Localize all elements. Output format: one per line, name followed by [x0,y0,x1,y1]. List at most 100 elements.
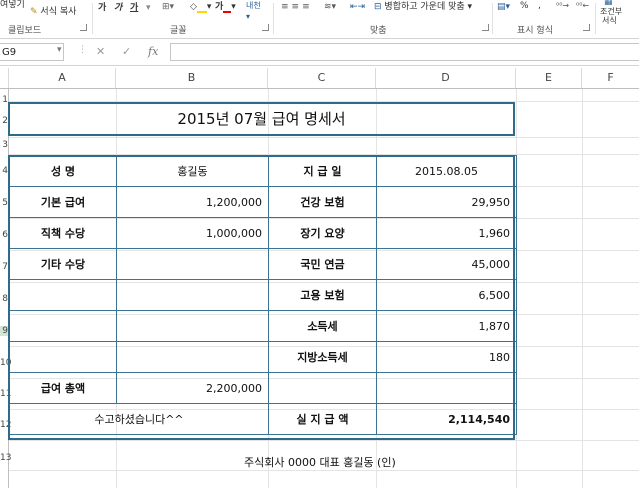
enter-check-icon[interactable]: ✓ [122,45,131,58]
cell-health-value[interactable]: 29,950 [376,186,517,218]
cell-other-value[interactable] [116,248,269,280]
gridline [9,137,639,138]
dropdown-arrow-icon[interactable]: ▾ [146,3,151,14]
column-header-e[interactable]: E [516,68,582,88]
formula-input[interactable] [170,43,639,61]
column-header-d[interactable]: D [376,68,516,88]
row-header-11[interactable]: 11 [0,389,11,399]
row-header-13[interactable]: 13 [0,453,11,463]
align-buttons-icon[interactable]: ≡≡≡ [281,2,313,13]
number-launcher-icon[interactable] [583,24,590,31]
cell-duty-label[interactable]: 직책 수당 [9,217,117,249]
fill-color-icon[interactable]: ◇ ▾ [190,2,211,13]
cell-empty[interactable] [9,279,117,311]
row-header-7[interactable]: 7 [0,262,8,272]
merge-center-button[interactable]: ⊟ 병합하고 가운데 맞춤 ▾ [374,2,472,13]
insert-function-icon[interactable]: fx [148,45,158,58]
border-icon[interactable]: ⊞▾ [162,2,174,13]
font-group-label: 글꼴 [170,26,187,36]
cell-duty-value[interactable]: 1,000,000 [116,217,269,249]
cell-empty[interactable] [268,372,377,404]
table-row: 직책 수당 1,000,000 장기 요양 1,960 [9,217,517,249]
group-divider [595,3,596,34]
cell-empty[interactable] [116,310,269,342]
cell-local-value[interactable]: 180 [376,341,517,373]
cell-income-value[interactable]: 1,870 [376,310,517,342]
cell-other-label[interactable]: 기타 수당 [9,248,117,280]
group-divider [273,3,274,34]
select-all-corner[interactable] [0,68,9,88]
row-header-3[interactable]: 3 [0,140,8,150]
table-row: 지방소득세 180 [9,341,517,373]
alignment-launcher-icon[interactable] [482,24,489,31]
row-header-8[interactable]: 8 [0,294,8,304]
table-row: 수고하셨습니다^^ 실 지 급 액 2,114,540 [9,403,517,435]
row-header-5[interactable]: 5 [0,198,8,208]
cell-paydate-value[interactable]: 2015.08.05 [376,155,517,187]
row-header-4[interactable]: 4 [0,166,8,176]
row-header-6[interactable]: 6 [0,230,8,240]
cell-total-value[interactable]: 2,200,000 [116,372,269,404]
cell-net-label[interactable]: 실 지 급 액 [268,403,377,435]
cell-base-label[interactable]: 기본 급여 [9,186,117,218]
cell-local-label[interactable]: 지방소득세 [268,341,377,373]
cell-paydate-label[interactable]: 지 급 일 [268,155,377,187]
column-header-b[interactable]: B [116,68,268,88]
percent-button[interactable]: % [520,1,529,12]
indent-icon[interactable]: ⇤⇥ [350,2,365,13]
cell-thanks[interactable]: 수고하셨습니다^^ [9,403,269,435]
clipboard-launcher-icon[interactable] [80,24,87,31]
column-header-c[interactable]: C [268,68,376,88]
cell-empty[interactable] [9,341,117,373]
phonetic-icon[interactable]: 내천 ▾ [246,0,261,22]
row-headers: 1 2 3 4 5 6 7 8 9 10 11 12 13 [0,89,11,488]
cell-empty[interactable] [9,310,117,342]
cell-name-value[interactable]: 홍길동 [116,155,269,187]
table-row: 고용 보험 6,500 [9,279,517,311]
font-color-icon[interactable]: 가 ▾ [215,2,236,13]
cancel-icon[interactable]: ✕ [96,45,105,58]
accounting-format-icon[interactable]: ▤▾ [497,2,510,13]
orientation-icon[interactable]: ≋▾ [324,2,336,13]
cell-pension-value[interactable]: 45,000 [376,248,517,280]
sheet-title[interactable]: 2015년 07월 급여 명세서 [8,102,515,136]
company-signature[interactable]: 주식회사 0000 대표 홍길동 (인) [244,454,396,470]
cell-base-value[interactable]: 1,200,000 [116,186,269,218]
cell-ltc-value[interactable]: 1,960 [376,217,517,249]
gridline [582,89,583,488]
comma-button[interactable]: , [538,1,541,12]
name-box-dropdown-icon[interactable]: ▾ [57,45,62,55]
cell-pension-label[interactable]: 국민 연금 [268,248,377,280]
paste-button-fragment[interactable]: 여넣기 [0,0,25,11]
format-painter-button[interactable]: ✎ 서식 복사 [30,7,76,18]
increase-decimal-icon[interactable]: ⁰⁰→ [556,0,569,11]
cell-empty[interactable] [116,341,269,373]
italic-button[interactable]: 가 [114,3,122,14]
row-header-2[interactable]: 2 [0,116,8,126]
row-header-12[interactable]: 12 [0,420,11,430]
cell-employ-label[interactable]: 고용 보험 [268,279,377,311]
table-row: 성 명 홍길동 지 급 일 2015.08.05 [9,155,517,187]
group-divider [92,3,93,34]
column-header-f[interactable]: F [582,68,639,88]
decrease-decimal-icon[interactable]: ⁰⁰← [576,0,589,11]
underline-button[interactable]: 가 [130,3,138,14]
name-box[interactable]: G9 [0,43,64,61]
bold-button[interactable]: 가 [98,3,106,14]
row-header-1[interactable]: 1 [0,95,8,105]
cell-ltc-label[interactable]: 장기 요양 [268,217,377,249]
cell-total-label[interactable]: 급여 총액 [9,372,117,404]
column-header-a[interactable]: A [9,68,116,88]
merge-icon: ⊟ [374,2,382,12]
cell-net-value[interactable]: 2,114,540 [376,403,517,435]
row-header-9[interactable]: 9 [0,326,8,336]
cell-empty[interactable] [376,372,517,404]
cell-health-label[interactable]: 건강 보험 [268,186,377,218]
cell-employ-value[interactable]: 6,500 [376,279,517,311]
cell-income-label[interactable]: 소득세 [268,310,377,342]
row-header-10[interactable]: 10 [0,358,11,368]
table-row: 기타 수당 국민 연금 45,000 [9,248,517,280]
cell-name-label[interactable]: 성 명 [9,155,117,187]
cell-empty[interactable] [116,279,269,311]
font-launcher-icon[interactable] [262,24,269,31]
